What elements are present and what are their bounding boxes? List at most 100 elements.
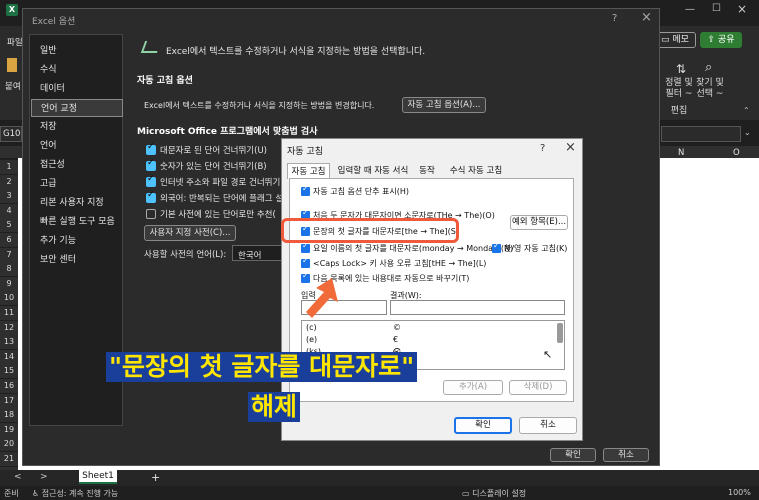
sheet-prev-icon[interactable]: <: [14, 472, 22, 482]
autocorrect-ok-button[interactable]: 확인: [454, 417, 512, 434]
options-titlebar: Excel 옵션 ? ×: [23, 9, 659, 31]
row-header[interactable]: 7: [0, 247, 18, 262]
row-header[interactable]: 21: [0, 452, 18, 466]
minimize-icon[interactable]: —: [685, 4, 695, 15]
options-close-icon[interactable]: ×: [641, 10, 652, 25]
capslock-checkbox[interactable]: [301, 256, 310, 268]
zoom-level[interactable]: 100%: [728, 488, 751, 497]
row-header[interactable]: 19: [0, 422, 18, 437]
sidebar-item[interactable]: 보안 센터: [31, 251, 123, 269]
custom-dictionary-button[interactable]: 사용자 지정 사전(C)...: [144, 225, 236, 241]
menu-file[interactable]: 파일: [7, 36, 23, 48]
row-header[interactable]: 20: [0, 437, 18, 452]
autocorrect-close-icon[interactable]: ×: [565, 140, 576, 155]
sidebar-item[interactable]: 추가 기능: [31, 232, 123, 250]
share-button[interactable]: ⇪ 공유: [700, 32, 742, 48]
row-header[interactable]: 3: [0, 189, 18, 204]
row-header[interactable]: 1: [0, 160, 18, 174]
sidebar-item[interactable]: 일반: [31, 42, 123, 60]
sidebar-item[interactable]: 리본 사용자 지정: [31, 194, 123, 212]
spelling-checkbox-label: 인터넷 주소와 파일 경로 건너뛰기: [160, 178, 281, 188]
column-n[interactable]: N: [678, 148, 684, 158]
spelling-checkbox[interactable]: [146, 142, 156, 155]
sidebar-item[interactable]: 언어: [31, 137, 123, 155]
options-ok-button[interactable]: 확인: [550, 448, 596, 462]
row-header[interactable]: 12: [0, 320, 18, 335]
row-header[interactable]: 10: [0, 291, 18, 306]
tab-actions[interactable]: 동작: [413, 163, 441, 179]
options-help-icon[interactable]: ?: [612, 13, 617, 24]
display-settings[interactable]: ▭ 디스플레이 설정: [462, 488, 526, 499]
list-scrollbar[interactable]: [557, 323, 563, 343]
sidebar-item[interactable]: 빠른 실행 도구 모음: [31, 213, 123, 231]
row-header[interactable]: 15: [0, 364, 18, 379]
comment-icon: ▭: [661, 35, 670, 45]
sidebar-item[interactable]: 고급: [31, 175, 123, 193]
maximize-icon[interactable]: ☐: [712, 3, 721, 14]
window-close-icon[interactable]: ×: [737, 2, 747, 16]
sidebar-item[interactable]: 데이터: [31, 80, 123, 98]
ribbon-collapse-icon[interactable]: ⌃: [743, 106, 750, 115]
spelling-checkbox[interactable]: [146, 158, 156, 171]
row-header[interactable]: 14: [0, 349, 18, 364]
row-header[interactable]: 17: [0, 393, 18, 408]
list-item-input: (c): [306, 323, 317, 332]
list-item[interactable]: (c) ©: [304, 323, 554, 334]
find-select-icon[interactable]: ⌕: [705, 60, 712, 75]
exceptions-button[interactable]: 예외 항목(E)...: [510, 215, 568, 230]
display-icon: ▭: [462, 489, 470, 498]
result-input[interactable]: [390, 300, 565, 315]
show-buttons-checkbox[interactable]: [301, 184, 310, 196]
annotation-line-2: 해제: [248, 392, 301, 422]
formula-expand-icon[interactable]: ⌄: [744, 128, 751, 137]
highlight-box: [281, 218, 459, 243]
delete-button[interactable]: 삭제(D): [509, 380, 567, 395]
column-o[interactable]: O: [733, 148, 740, 158]
hanyoung-checkbox[interactable]: [492, 241, 501, 253]
options-cancel-button[interactable]: 취소: [603, 448, 649, 462]
row-header[interactable]: 16: [0, 379, 18, 393]
autocorrect-section-title: 자동 고침 옵션: [137, 76, 193, 86]
spelling-checkbox[interactable]: [146, 209, 156, 219]
formula-bar[interactable]: [661, 126, 741, 142]
row-header[interactable]: 4: [0, 203, 18, 218]
memo-button[interactable]: ▭ 메모: [654, 32, 696, 48]
autocorrect-cancel-button[interactable]: 취소: [519, 417, 577, 434]
autocorrect-options-button[interactable]: 자동 고침 옵션(A)...: [402, 97, 486, 113]
add-button[interactable]: 추가(A): [443, 380, 503, 395]
sidebar-item[interactable]: 언어 교정: [31, 99, 123, 117]
day-names-label: 요일 이름의 첫 글자를 대문자로(monday → Monday)(N): [313, 244, 514, 253]
accessibility-status[interactable]: ♿ 접근성: 계속 진행 가능: [32, 488, 118, 499]
row-header[interactable]: 11: [0, 306, 18, 320]
sidebar-item[interactable]: 수식: [31, 61, 123, 79]
sheet-next-icon[interactable]: >: [40, 472, 48, 482]
tab-math-autocorrect[interactable]: 수식 자동 고침: [442, 163, 510, 179]
autocorrect-help-icon[interactable]: ?: [540, 143, 545, 154]
spelling-checkbox[interactable]: [146, 174, 156, 187]
spelling-checkbox-label: 숫자가 있는 단어 건너뛰기(B): [160, 162, 267, 172]
pointer-arrow: [302, 276, 342, 321]
sidebar-item[interactable]: 저장: [31, 118, 123, 136]
row-header[interactable]: 18: [0, 408, 18, 423]
paste-icon[interactable]: [7, 58, 17, 72]
sheet-tab[interactable]: Sheet1: [79, 470, 117, 484]
spelling-checkbox[interactable]: [146, 190, 156, 203]
row-header[interactable]: 6: [0, 233, 18, 247]
list-item-result: ©: [393, 323, 401, 332]
accessibility-icon: ♿: [32, 489, 40, 498]
list-item-input: (e): [306, 335, 318, 344]
sidebar-item[interactable]: 접근성: [31, 156, 123, 174]
tab-autoformat-as-you-type[interactable]: 입력할 때 자동 서식: [332, 163, 414, 179]
day-names-checkbox[interactable]: [301, 241, 310, 253]
row-header[interactable]: 13: [0, 335, 18, 350]
row-header[interactable]: 5: [0, 218, 18, 233]
row-header[interactable]: 2: [0, 174, 18, 189]
add-sheet-button[interactable]: +: [151, 471, 160, 484]
dictionary-language-label: 사용할 사전의 언어(L):: [144, 250, 227, 260]
status-bar: 준비 ♿ 접근성: 계속 진행 가능 ▭ 디스플레이 설정 100%: [0, 486, 759, 500]
row-header[interactable]: 9: [0, 276, 18, 291]
sort-filter-icon[interactable]: ⇅: [676, 62, 686, 76]
list-item[interactable]: (e) €: [304, 335, 554, 346]
tab-autocorrect[interactable]: 자동 고침: [287, 163, 330, 179]
row-header[interactable]: 8: [0, 262, 18, 277]
